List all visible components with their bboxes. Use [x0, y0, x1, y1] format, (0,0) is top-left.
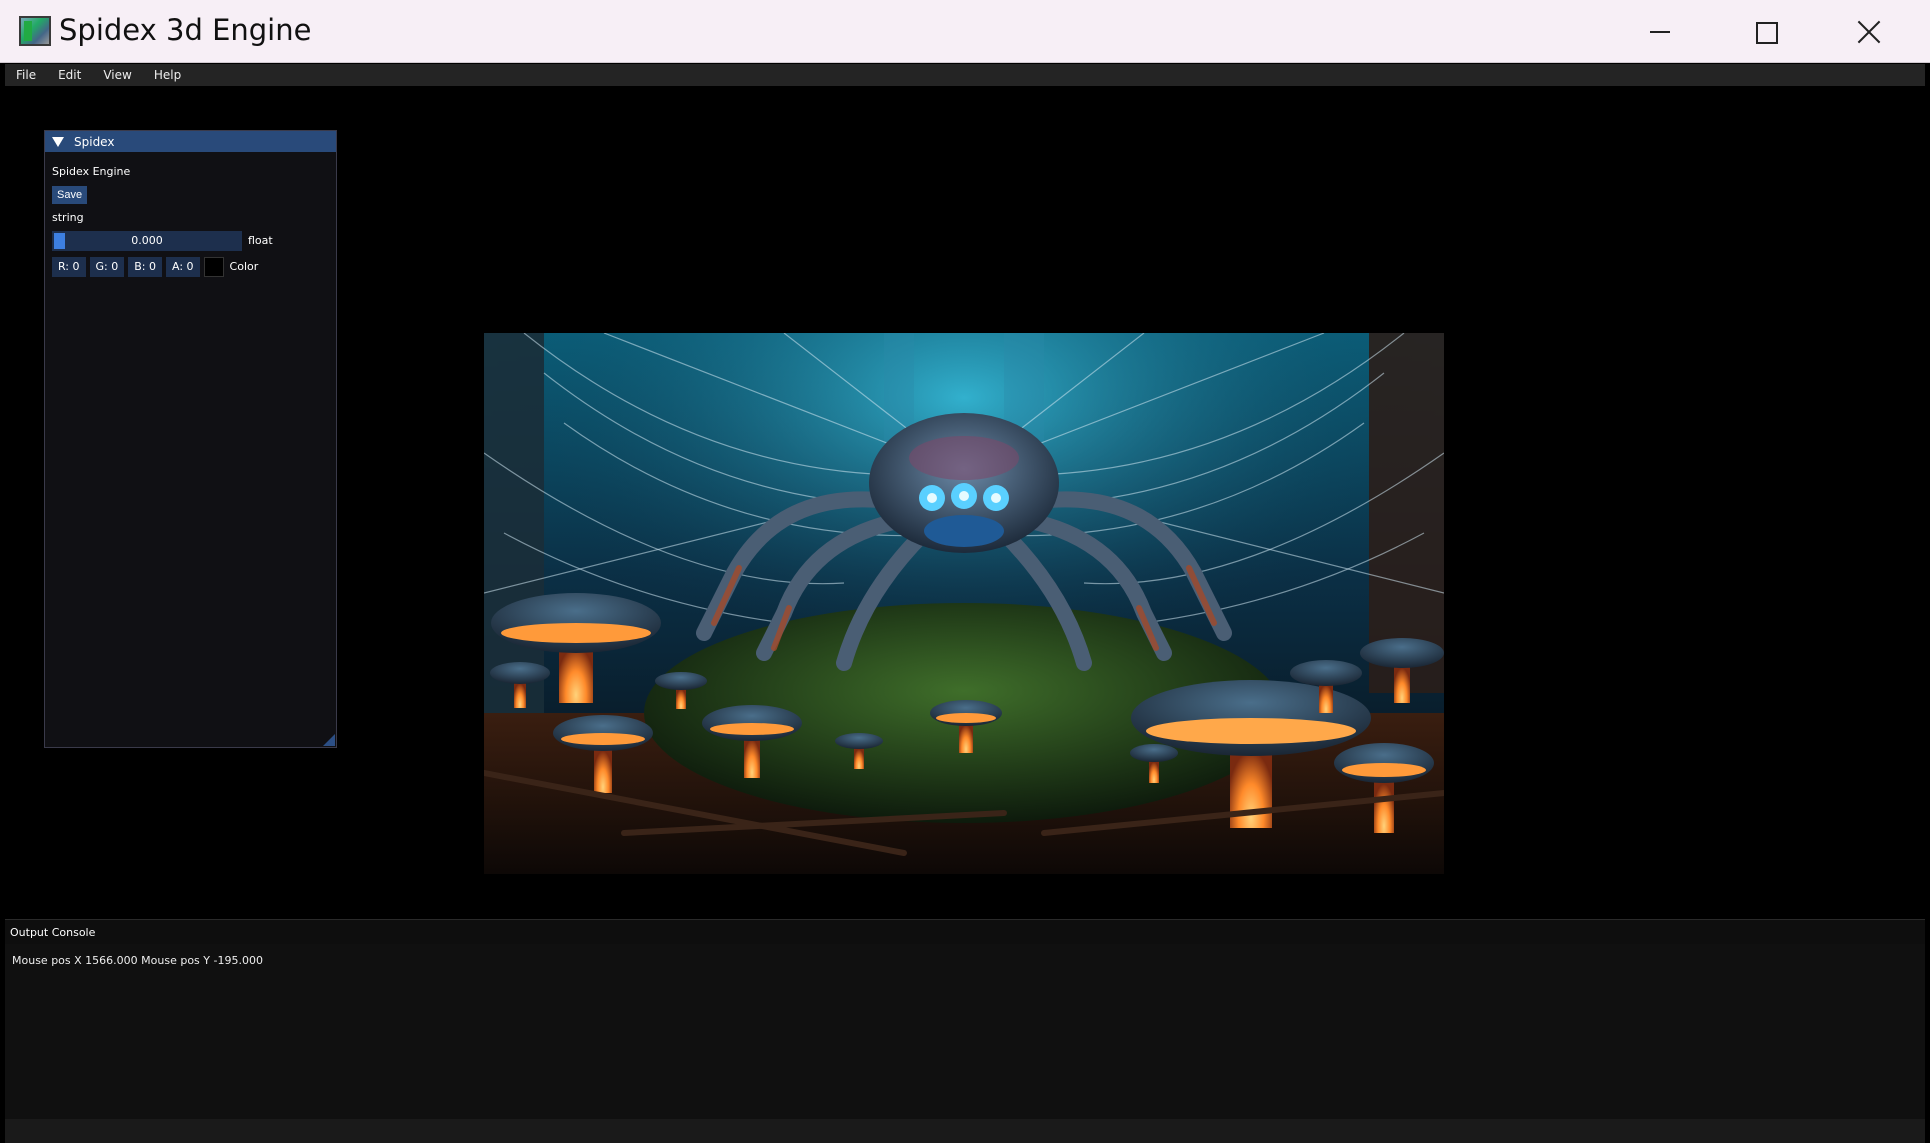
menu-edit[interactable]: Edit — [46, 68, 91, 82]
menu-file[interactable]: File — [5, 68, 46, 82]
menu-bar: File Edit View Help — [5, 64, 1925, 86]
color-swatch[interactable] — [203, 256, 224, 277]
minimize-button[interactable] — [1640, 12, 1680, 52]
color-g-field[interactable]: G: 0 — [89, 256, 125, 277]
save-button[interactable]: Save — [52, 185, 88, 204]
status-strip — [5, 1119, 1925, 1143]
string-label: string — [52, 211, 84, 224]
float-slider[interactable]: 0.000 — [52, 230, 242, 251]
maximize-button[interactable] — [1745, 12, 1785, 52]
menu-view[interactable]: View — [91, 68, 141, 82]
color-r-field[interactable]: R: 0 — [52, 256, 86, 277]
color-label: Color — [229, 260, 259, 273]
collapse-arrow-icon[interactable] — [52, 136, 64, 147]
menu-help[interactable]: Help — [142, 68, 191, 82]
panel-title: Spidex — [74, 134, 115, 149]
spidex-panel[interactable]: Spidex Spidex Engine Save string 0.000 f… — [44, 130, 337, 748]
panel-header[interactable]: Spidex — [45, 131, 336, 152]
app-icon — [19, 16, 51, 46]
slider-grab[interactable] — [54, 232, 65, 249]
close-button[interactable] — [1850, 12, 1890, 52]
scene-render-image — [484, 333, 1444, 874]
engine-label: Spidex Engine — [52, 165, 131, 178]
float-value: 0.000 — [131, 234, 163, 247]
console-title: Output Console — [5, 920, 1925, 944]
window-title-bar: Spidex 3d Engine — [0, 0, 1930, 63]
color-a-field[interactable]: A: 0 — [166, 256, 200, 277]
color-b-field[interactable]: B: 0 — [128, 256, 162, 277]
float-label: float — [248, 234, 273, 247]
console-line: Mouse pos X 1566.000 Mouse pos Y -195.00… — [12, 954, 263, 967]
output-console: Output Console Mouse pos X 1566.000 Mous… — [5, 919, 1925, 1119]
window-title: Spidex 3d Engine — [59, 13, 312, 47]
panel-resize-grip[interactable] — [323, 734, 335, 746]
engine-label-row: Spidex Engine — [52, 160, 329, 183]
